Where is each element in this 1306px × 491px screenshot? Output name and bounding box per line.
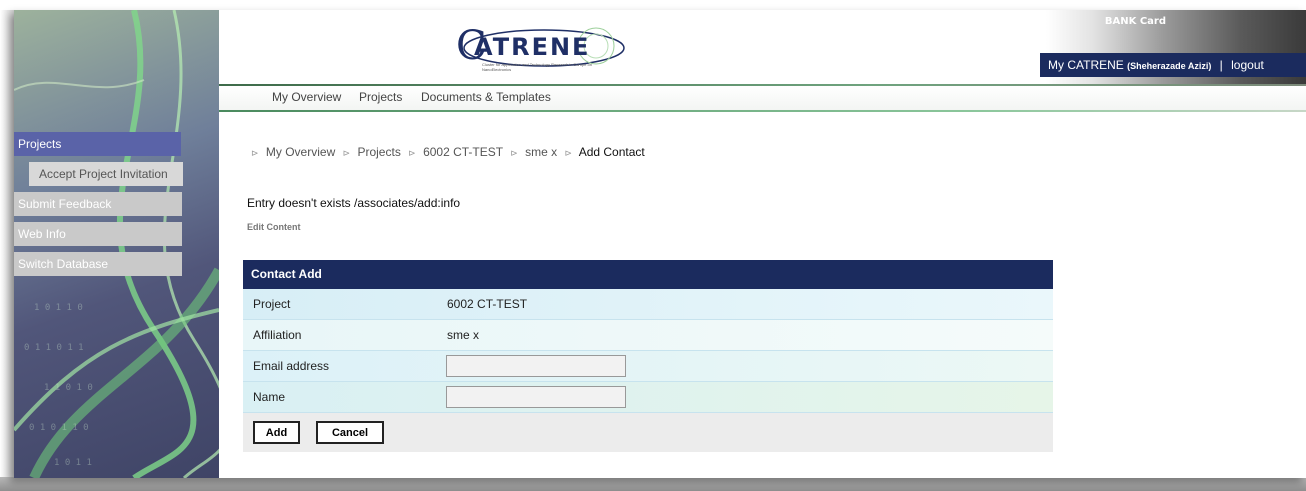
contact-add-form: Contact Add Project 6002 CT-TEST Affilia… — [243, 260, 1053, 452]
my-catrene-label: My CATRENE — [1048, 58, 1124, 72]
binary-deco-4: 0 1 0 1 1 0 — [29, 423, 89, 433]
topnav-documents-templates[interactable]: Documents & Templates — [421, 90, 551, 104]
sidebar-item-projects[interactable]: Projects — [14, 132, 181, 156]
logo-wordmark: ATRENE — [474, 33, 591, 61]
breadcrumb-project[interactable]: 6002 CT-TEST — [423, 145, 503, 159]
page-frame: 1 0 1 1 0 0 1 1 0 1 1 1 1 0 1 0 0 1 0 1 … — [14, 10, 1306, 478]
breadcrumb: ⊳ My Overview ⊳ Projects ⊳ 6002 CT-TEST … — [247, 145, 645, 159]
nav-divider — [219, 110, 1306, 112]
page-shadow-left — [0, 10, 14, 480]
page-shadow-bottom — [0, 477, 1306, 491]
breadcrumb-arrow-icon: ⊳ — [408, 148, 416, 158]
binary-deco-1: 1 0 1 1 0 — [34, 303, 83, 313]
project-label: Project — [253, 297, 291, 311]
affiliation-label: Affiliation — [253, 328, 302, 342]
breadcrumb-arrow-icon: ⊳ — [564, 148, 573, 158]
sidebar-item-web-info[interactable]: Web Info — [14, 222, 182, 246]
sidebar-item-switch-database[interactable]: Switch Database — [14, 252, 182, 276]
entry-message: Entry doesn't exists /associates/add:inf… — [247, 196, 461, 210]
breadcrumb-my-overview[interactable]: My Overview — [266, 145, 335, 159]
breadcrumb-arrow-icon: ⊳ — [510, 148, 518, 158]
breadcrumb-projects[interactable]: Projects — [357, 145, 400, 159]
catrene-logo[interactable]: C ATRENE Cluster for Application and Tec… — [456, 24, 631, 74]
edit-content-link[interactable]: Edit Content — [247, 222, 301, 232]
form-row-affiliation: Affiliation sme x — [243, 320, 1053, 351]
binary-deco-5: 1 0 1 1 — [54, 458, 92, 468]
cancel-button[interactable]: Cancel — [316, 421, 384, 444]
binary-deco-2: 0 1 1 0 1 1 — [24, 343, 84, 353]
form-row-project: Project 6002 CT-TEST — [243, 289, 1053, 320]
email-label: Email address — [253, 359, 330, 373]
sidebar-item-accept-project-invitation[interactable]: Accept Project Invitation — [29, 162, 183, 186]
bank-card-label: BANK Card — [1104, 16, 1166, 27]
project-value: 6002 CT-TEST — [447, 297, 528, 311]
breadcrumb-arrow-icon: ⊳ — [251, 148, 259, 158]
email-field[interactable] — [446, 355, 626, 377]
topnav-projects[interactable]: Projects — [359, 90, 402, 104]
header: C ATRENE Cluster for Application and Tec… — [219, 10, 1306, 110]
name-label: Name — [253, 390, 286, 404]
sidebar-item-submit-feedback[interactable]: Submit Feedback — [14, 192, 182, 216]
user-name: (Sheherazade Azizi) — [1127, 61, 1212, 71]
name-field[interactable] — [446, 386, 626, 408]
user-bar: My CATRENE (Sheherazade Azizi) | logout — [1040, 53, 1306, 77]
logo-tagline: Cluster for Application and Technology R… — [482, 62, 592, 72]
logout-link[interactable]: logout — [1231, 58, 1264, 72]
top-navigation: My Overview Projects Documents & Templat… — [219, 86, 1306, 110]
breadcrumb-current: Add Contact — [578, 145, 645, 159]
affiliation-value: sme x — [447, 328, 480, 342]
topnav-my-overview[interactable]: My Overview — [272, 90, 341, 104]
form-title: Contact Add — [243, 260, 1053, 289]
my-catrene-link[interactable]: My CATRENE (Sheherazade Azizi) — [1048, 58, 1211, 72]
breadcrumb-affiliation[interactable]: sme x — [525, 145, 557, 159]
user-bar-separator: | — [1219, 58, 1223, 72]
binary-deco-3: 1 1 0 1 0 — [44, 383, 93, 393]
form-row-name: Name — [243, 382, 1053, 413]
breadcrumb-arrow-icon: ⊳ — [342, 148, 351, 158]
form-row-email: Email address — [243, 351, 1053, 382]
form-actions: Add Cancel — [243, 413, 1053, 452]
add-button[interactable]: Add — [253, 421, 300, 444]
